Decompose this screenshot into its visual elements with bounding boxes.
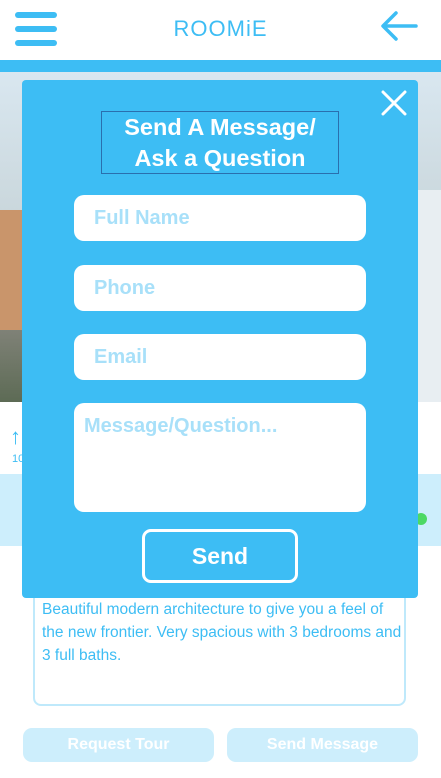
property-description: Beautiful modern architecture to give yo… [42, 601, 402, 664]
request-tour-button[interactable]: Request Tour [23, 728, 214, 762]
modal-title-line1: Send A Message/ [124, 114, 316, 140]
send-button[interactable]: Send [142, 529, 298, 583]
send-message-button[interactable]: Send Message [227, 728, 418, 762]
full-name-input[interactable] [74, 195, 366, 241]
modal-title: Send A Message/ Ask a Question [101, 111, 339, 174]
phone-input[interactable] [74, 265, 366, 311]
message-textarea[interactable] [74, 403, 366, 512]
app-logo: ROOMiE [173, 16, 268, 41]
modal-title-line2: Ask a Question [134, 145, 306, 171]
photo-house-left [0, 210, 24, 330]
close-icon[interactable] [379, 88, 409, 118]
arrow-left-icon[interactable] [378, 8, 420, 44]
arrow-up-icon: ↑ [10, 424, 21, 449]
app-header: ROOMiE [0, 0, 441, 60]
header-accent-bar [0, 60, 441, 72]
email-input[interactable] [74, 334, 366, 380]
photo-house-right [416, 190, 441, 402]
